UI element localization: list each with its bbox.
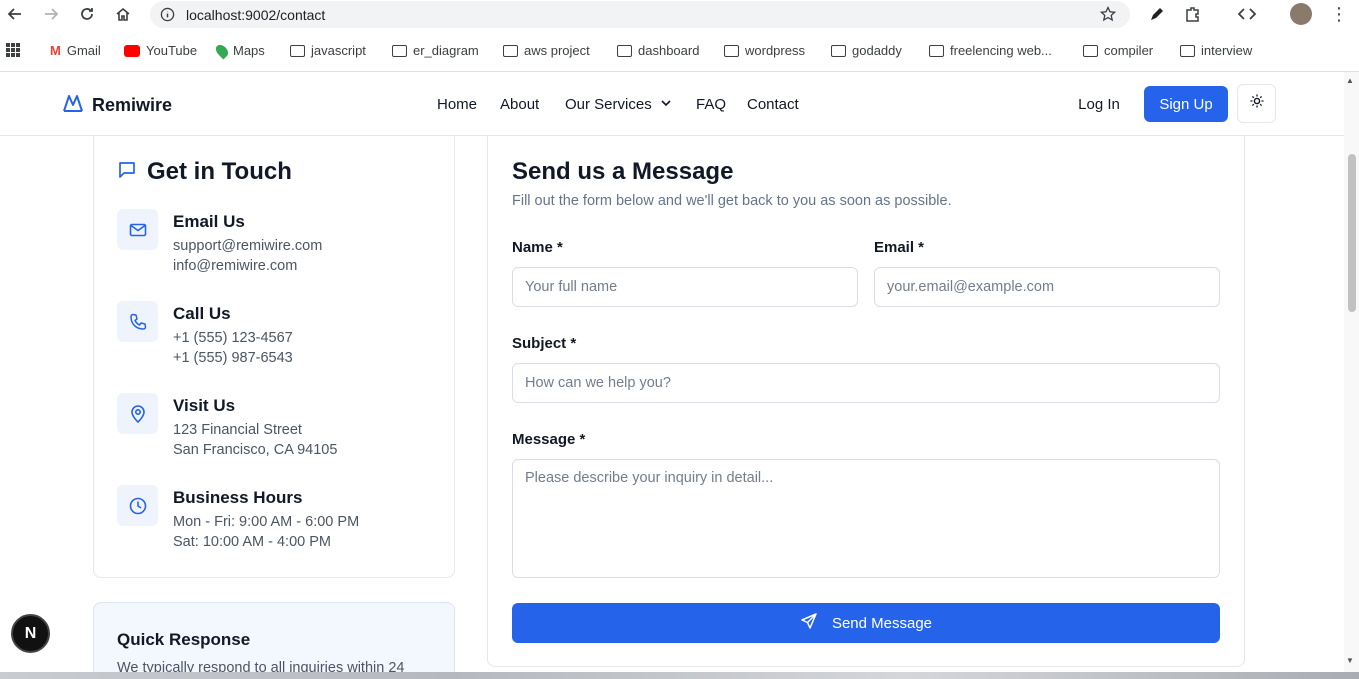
message-label: Message * xyxy=(512,431,586,448)
folder-icon xyxy=(724,44,739,57)
folder-icon xyxy=(290,44,305,57)
bookmark-folder-javascript[interactable]: javascript xyxy=(290,43,366,58)
sun-icon xyxy=(1250,94,1264,113)
email-info: info@remiwire.com xyxy=(173,258,298,274)
bookmark-folder-wordpress[interactable]: wordpress xyxy=(724,43,805,58)
nextjs-badge-letter: N xyxy=(24,624,37,642)
message-textarea[interactable] xyxy=(512,459,1220,578)
chevron-down-icon xyxy=(660,96,672,113)
scrollbar-thumb[interactable] xyxy=(1348,154,1356,312)
folder-icon xyxy=(617,44,632,57)
nav-our-services[interactable]: Our Services xyxy=(565,96,672,113)
site-info-icon[interactable] xyxy=(160,7,175,27)
scroll-up-arrow-icon[interactable]: ▲ xyxy=(1346,76,1354,85)
phone-heading: Call Us xyxy=(173,304,231,323)
youtube-icon xyxy=(124,44,140,57)
menu-kebab-icon[interactable]: ⋮ xyxy=(1330,5,1348,23)
contact-email: Email Us support@remiwire.com info@remiw… xyxy=(117,209,437,289)
contact-info-heading: Get in Touch xyxy=(117,158,292,186)
folder-icon xyxy=(929,44,944,57)
bookmark-folder-aws-project[interactable]: aws project xyxy=(503,43,590,58)
map-pin-icon xyxy=(117,393,158,434)
apps-grid-icon[interactable] xyxy=(6,43,20,57)
bottom-background-strip xyxy=(0,672,1359,679)
mountain-logo-icon xyxy=(62,92,84,119)
nav-faq[interactable]: FAQ xyxy=(696,96,726,113)
subject-input[interactable] xyxy=(512,363,1220,403)
folder-icon xyxy=(503,44,518,57)
profile-avatar[interactable] xyxy=(1290,3,1312,25)
address-city: San Francisco, CA 94105 xyxy=(173,442,338,458)
address-street: 123 Financial Street xyxy=(173,422,302,438)
send-icon xyxy=(800,612,818,634)
name-label: Name * xyxy=(512,239,563,256)
contact-address: Visit Us 123 Financial Street San Franci… xyxy=(117,393,437,473)
bookmark-folder-godaddy[interactable]: godaddy xyxy=(831,43,902,58)
nav-contact[interactable]: Contact xyxy=(747,96,799,113)
send-message-button[interactable]: Send Message xyxy=(512,603,1220,643)
bookmark-youtube[interactable]: YouTube xyxy=(124,43,197,58)
hours-saturday: Sat: 10:00 AM - 4:00 PM xyxy=(173,534,331,550)
folder-icon xyxy=(392,44,407,57)
bookmark-maps[interactable]: Maps xyxy=(213,42,265,59)
home-icon[interactable] xyxy=(112,4,134,24)
forward-icon[interactable] xyxy=(40,4,62,24)
name-input[interactable] xyxy=(512,267,858,307)
theme-toggle-button[interactable] xyxy=(1237,84,1276,123)
gmail-icon: M xyxy=(50,43,61,58)
contact-phone: Call Us +1 (555) 123-4567 +1 (555) 987-6… xyxy=(117,301,437,381)
folder-icon xyxy=(1083,44,1098,57)
maps-pin-icon xyxy=(213,42,231,59)
brand-name: Remiwire xyxy=(92,95,173,115)
phone-primary: +1 (555) 123-4567 xyxy=(173,330,293,346)
url-text: localhost:9002/contact xyxy=(186,7,326,23)
bookmarks-bar: M Gmail YouTube Maps javascript er_diagra… xyxy=(0,36,1359,66)
quick-response-title: Quick Response xyxy=(117,630,251,649)
code-icon[interactable] xyxy=(1237,5,1257,28)
bookmark-star-icon[interactable] xyxy=(1099,5,1117,27)
bookmark-folder-er-diagram[interactable]: er_diagram xyxy=(392,43,479,58)
phone-secondary: +1 (555) 987-6543 xyxy=(173,350,293,366)
contact-hours: Business Hours Mon - Fri: 9:00 AM - 6:00… xyxy=(117,485,437,565)
address-heading: Visit Us xyxy=(173,396,236,415)
extensions-icon[interactable] xyxy=(1184,5,1202,28)
phone-icon xyxy=(117,301,158,342)
mail-icon xyxy=(117,209,158,250)
message-square-icon xyxy=(117,160,137,185)
form-title: Send us a Message xyxy=(512,158,734,185)
bookmark-folder-interview[interactable]: interview xyxy=(1180,43,1252,58)
nav-home[interactable]: Home xyxy=(437,96,477,113)
subject-label: Subject * xyxy=(512,335,577,352)
nav-about[interactable]: About xyxy=(500,96,539,113)
back-icon[interactable] xyxy=(4,4,26,24)
nextjs-dev-badge[interactable]: N xyxy=(11,614,50,653)
form-subtitle: Fill out the form below and we'll get ba… xyxy=(512,193,952,209)
nav-our-services-label: Our Services xyxy=(565,96,652,113)
bookmark-folder-compiler[interactable]: compiler xyxy=(1083,43,1153,58)
login-button[interactable]: Log In xyxy=(1068,86,1130,122)
site-header: Remiwire Home About Our Services FAQ Con… xyxy=(0,72,1344,136)
email-support: support@remiwire.com xyxy=(173,238,323,254)
hours-heading: Business Hours xyxy=(173,488,303,507)
bookmark-folder-freelencing[interactable]: freelencing web... xyxy=(929,43,1052,58)
email-input[interactable] xyxy=(874,267,1220,307)
folder-icon xyxy=(1180,44,1195,57)
send-message-label: Send Message xyxy=(831,614,933,632)
hours-weekdays: Mon - Fri: 9:00 AM - 6:00 PM xyxy=(173,514,360,530)
bookmark-gmail[interactable]: M Gmail xyxy=(50,43,101,58)
reload-icon[interactable] xyxy=(76,4,98,24)
clock-icon xyxy=(117,485,158,526)
pen-extension-icon[interactable] xyxy=(1148,5,1166,28)
scroll-down-arrow-icon[interactable]: ▼ xyxy=(1346,656,1354,665)
contact-info-title: Get in Touch xyxy=(147,158,292,185)
signup-button[interactable]: Sign Up xyxy=(1144,86,1228,122)
folder-icon xyxy=(831,44,846,57)
email-label: Email * xyxy=(874,239,925,256)
bookmark-folder-dashboard[interactable]: dashboard xyxy=(617,43,699,58)
address-bar[interactable]: localhost:9002/contact xyxy=(150,1,1130,28)
browser-toolbar: localhost:9002/contact ⋮ xyxy=(0,0,1359,28)
email-heading: Email Us xyxy=(173,212,245,231)
brand-logo[interactable]: Remiwire xyxy=(62,92,172,119)
